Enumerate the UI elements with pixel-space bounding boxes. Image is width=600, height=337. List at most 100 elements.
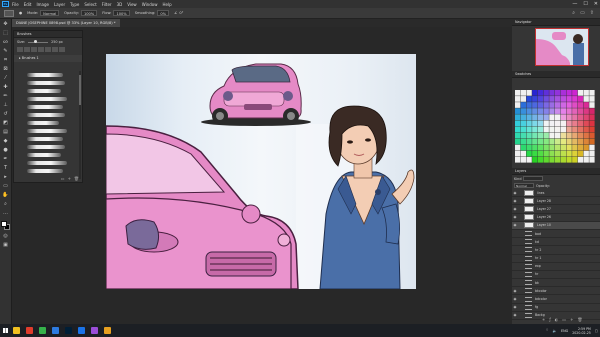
color-swatch[interactable] bbox=[520, 132, 527, 139]
angle-value[interactable]: 0° bbox=[179, 11, 183, 15]
color-swatch[interactable] bbox=[589, 114, 595, 121]
color-swatch[interactable] bbox=[543, 150, 549, 157]
color-swatch[interactable] bbox=[532, 126, 538, 133]
color-swatch[interactable] bbox=[589, 138, 595, 145]
brush-stroke-preview[interactable] bbox=[27, 121, 59, 125]
color-swatch[interactable] bbox=[537, 90, 544, 96]
menu-select[interactable]: Select bbox=[84, 2, 96, 7]
recent-brush[interactable] bbox=[31, 47, 37, 52]
color-swatch[interactable] bbox=[537, 120, 544, 127]
layer-group-row[interactable]: bod bbox=[512, 230, 600, 239]
workspace-icon[interactable]: ▭ bbox=[580, 10, 585, 16]
color-swatch[interactable] bbox=[555, 96, 561, 102]
color-swatch[interactable] bbox=[520, 96, 527, 102]
recent-brush[interactable] bbox=[59, 47, 65, 52]
document-tab[interactable]: DIANE JOSEPHINE 0898.psd @ 33% (Layer 10… bbox=[12, 19, 120, 27]
fx-icon[interactable]: ƒ bbox=[549, 317, 550, 322]
color-swatch[interactable] bbox=[526, 102, 532, 108]
volume-icon[interactable]: 🔈 bbox=[553, 329, 557, 333]
color-swatch[interactable] bbox=[520, 126, 527, 133]
brushes-panel-title[interactable]: Brushes bbox=[14, 31, 82, 38]
layer-name[interactable]: bk bbox=[535, 281, 539, 285]
color-swatch[interactable] bbox=[549, 120, 555, 127]
color-swatch[interactable] bbox=[543, 138, 549, 145]
visibility-eye-icon[interactable]: ◉ bbox=[512, 191, 518, 195]
color-swatch[interactable] bbox=[549, 144, 555, 151]
recent-brush[interactable] bbox=[17, 47, 23, 52]
layer-row[interactable]: ◉ Layer 27 bbox=[512, 205, 600, 214]
color-swatch[interactable] bbox=[589, 102, 595, 108]
color-swatch[interactable] bbox=[566, 132, 572, 139]
new-folder-icon[interactable]: ▭ bbox=[562, 317, 566, 322]
recent-brush[interactable] bbox=[24, 47, 30, 52]
taskbar-app-icon[interactable] bbox=[78, 327, 85, 334]
new-folder-icon[interactable]: ▭ bbox=[61, 176, 65, 181]
color-swatch[interactable] bbox=[515, 156, 521, 163]
menu-layer[interactable]: Layer bbox=[54, 2, 65, 7]
color-swatch[interactable] bbox=[577, 156, 584, 163]
slider-knob[interactable] bbox=[34, 40, 38, 43]
visibility-eye-icon[interactable]: ◉ bbox=[512, 223, 518, 227]
visibility-eye-icon[interactable]: ◉ bbox=[512, 313, 518, 317]
color-swatch[interactable] bbox=[520, 144, 527, 151]
color-swatch[interactable] bbox=[549, 90, 555, 96]
brush-stroke-preview[interactable] bbox=[27, 89, 61, 93]
layer-group-row[interactable]: ◉ bkcolor bbox=[512, 287, 600, 296]
color-swatch[interactable] bbox=[532, 138, 538, 145]
color-swatch[interactable] bbox=[577, 90, 584, 96]
color-swatch[interactable] bbox=[526, 144, 532, 151]
crop-tool-icon[interactable]: ⌗ bbox=[1, 56, 10, 64]
color-swatch[interactable] bbox=[515, 150, 521, 157]
color-swatch[interactable] bbox=[583, 138, 589, 145]
menu-filter[interactable]: Filter bbox=[102, 2, 112, 7]
navigator-thumbnail[interactable] bbox=[535, 28, 589, 66]
color-swatch[interactable] bbox=[526, 138, 532, 145]
layer-name[interactable]: Layer 28 bbox=[537, 199, 551, 203]
color-swatch[interactable] bbox=[520, 150, 527, 157]
eraser-tool-icon[interactable]: ◩ bbox=[1, 119, 10, 127]
color-swatch[interactable] bbox=[572, 108, 578, 114]
color-swatch[interactable] bbox=[560, 156, 567, 163]
layer-name[interactable]: hr bbox=[535, 272, 538, 276]
color-swatch[interactable] bbox=[572, 132, 578, 139]
layer-name[interactable]: Layer 27 bbox=[537, 207, 551, 211]
color-swatch[interactable] bbox=[572, 144, 578, 151]
layer-group-row[interactable]: exp bbox=[512, 263, 600, 271]
color-swatch[interactable] bbox=[555, 156, 561, 163]
layer-group-row[interactable]: hr 2 bbox=[512, 246, 600, 255]
recent-brush[interactable] bbox=[52, 47, 58, 52]
color-swatch[interactable] bbox=[549, 132, 555, 139]
color-swatch[interactable] bbox=[543, 96, 549, 102]
color-swatch[interactable] bbox=[549, 108, 555, 114]
dodge-tool-icon[interactable]: ● bbox=[1, 146, 10, 154]
color-swatch[interactable] bbox=[549, 102, 555, 108]
flow-input[interactable]: 100% bbox=[113, 10, 130, 16]
color-swatch[interactable] bbox=[543, 144, 549, 151]
brushes-scrollbar[interactable] bbox=[79, 71, 81, 179]
smoothing-control[interactable]: Smoothing: 0% bbox=[135, 10, 170, 16]
color-swatch[interactable] bbox=[526, 132, 532, 139]
color-swatch[interactable] bbox=[555, 90, 561, 96]
color-swatch[interactable] bbox=[555, 120, 561, 127]
close-button[interactable]: ✕ bbox=[594, 1, 598, 7]
color-swatch[interactable] bbox=[566, 108, 572, 114]
color-swatch[interactable] bbox=[549, 138, 555, 145]
zoom-tool-icon[interactable]: ⌕ bbox=[1, 200, 10, 208]
scrollbar-thumb[interactable] bbox=[79, 75, 81, 105]
color-swatch[interactable] bbox=[566, 150, 572, 157]
color-swatch[interactable] bbox=[583, 156, 589, 163]
opacity-input[interactable]: 100% bbox=[80, 10, 98, 16]
color-swatch[interactable] bbox=[515, 90, 521, 96]
layer-name[interactable]: fg bbox=[535, 305, 538, 309]
layer-name[interactable]: hr 1 bbox=[535, 256, 541, 260]
taskbar-app-icon[interactable] bbox=[52, 327, 59, 334]
color-swatch[interactable] bbox=[532, 156, 538, 163]
visibility-eye-icon[interactable]: ◉ bbox=[512, 199, 518, 203]
clock[interactable]: 2:59 PM 2020-02-25 bbox=[572, 327, 591, 335]
color-swatch[interactable] bbox=[572, 90, 578, 96]
stamp-tool-icon[interactable]: ⊥ bbox=[1, 101, 10, 109]
angle-control[interactable]: ∠ 0° bbox=[174, 11, 183, 15]
color-swatch[interactable] bbox=[532, 90, 538, 96]
taskbar-app-icon[interactable] bbox=[104, 327, 111, 334]
brush-stroke-preview[interactable] bbox=[27, 73, 63, 77]
